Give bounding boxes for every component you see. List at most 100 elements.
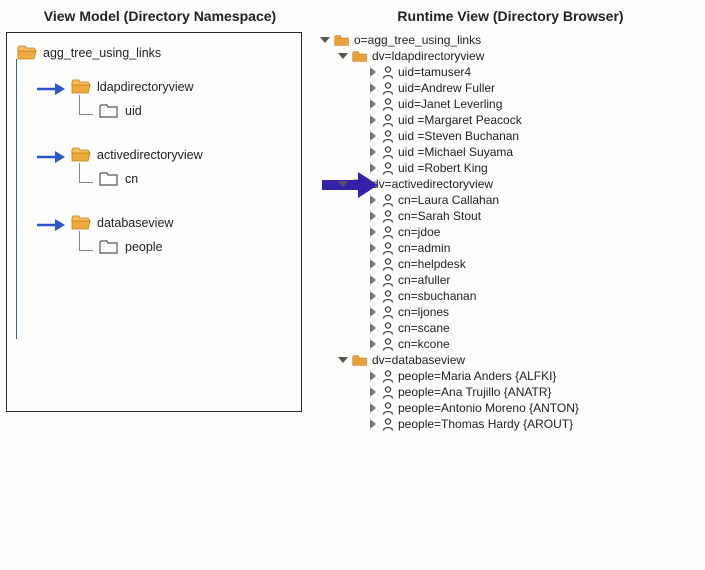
rv-group-2[interactable]: dv=databaseview [338, 352, 701, 368]
rv-entry-label: cn=afuller [398, 273, 450, 287]
rv-root[interactable]: o=agg_tree_using_links [320, 32, 701, 48]
person-icon [382, 98, 394, 111]
person-icon [382, 66, 394, 79]
folder-closed-icon [99, 239, 119, 255]
rv-entry[interactable]: cn=jdoe [368, 224, 701, 240]
person-icon [382, 114, 394, 127]
chevron-right-icon[interactable] [368, 259, 378, 269]
rv-entry[interactable]: cn=ljones [368, 304, 701, 320]
chevron-right-icon[interactable] [368, 243, 378, 253]
chevron-right-icon[interactable] [368, 339, 378, 349]
vm-child-1[interactable]: activedirectoryview cn [37, 147, 291, 187]
rv-entry[interactable]: cn=Sarah Stout [368, 208, 701, 224]
chevron-right-icon[interactable] [368, 387, 378, 397]
chevron-down-icon[interactable] [338, 51, 348, 61]
rv-entry[interactable]: people=Antonio Moreno {ANTON} [368, 400, 701, 416]
rv-entry[interactable]: uid=Janet Leverling [368, 96, 701, 112]
chevron-right-icon[interactable] [368, 147, 378, 157]
chevron-right-icon[interactable] [368, 99, 378, 109]
rv-entry-label: uid=tamuser4 [398, 65, 471, 79]
chevron-right-icon[interactable] [368, 227, 378, 237]
person-icon [382, 322, 394, 335]
rv-entry[interactable]: people=Maria Anders {ALFKI} [368, 368, 701, 384]
rv-entry[interactable]: uid =Steven Buchanan [368, 128, 701, 144]
rv-entry-label: cn=admin [398, 241, 450, 255]
chevron-right-icon[interactable] [368, 115, 378, 125]
chevron-right-icon[interactable] [368, 323, 378, 333]
rv-entry[interactable]: cn=Laura Callahan [368, 192, 701, 208]
rv-group-label: dv=databaseview [372, 353, 465, 367]
rv-entry[interactable]: cn=sbuchanan [368, 288, 701, 304]
folder-icon [352, 354, 368, 367]
rv-entry[interactable]: people=Thomas Hardy {AROUT} [368, 416, 701, 432]
rv-group-1[interactable]: dv=activedirectoryview [338, 176, 701, 192]
vm-sub-0[interactable]: uid [99, 103, 291, 119]
folder-open-icon [17, 45, 37, 61]
rv-entry[interactable]: uid =Margaret Peacock [368, 112, 701, 128]
rv-entry[interactable]: uid=tamuser4 [368, 64, 701, 80]
vm-sub-2[interactable]: people [99, 239, 291, 255]
folder-icon [334, 34, 350, 47]
vm-child-2[interactable]: databaseview people [37, 215, 291, 255]
folder-open-icon [71, 147, 91, 163]
rv-entry[interactable]: cn=admin [368, 240, 701, 256]
rv-entry-label: uid=Andrew Fuller [398, 81, 495, 95]
rv-entry-label: uid=Janet Leverling [398, 97, 502, 111]
chevron-right-icon[interactable] [368, 131, 378, 141]
rv-entry[interactable]: uid =Robert King [368, 160, 701, 176]
chevron-right-icon[interactable] [368, 275, 378, 285]
folder-icon [352, 50, 368, 63]
chevron-right-icon[interactable] [368, 83, 378, 93]
rv-entry[interactable]: uid =Michael Suyama [368, 144, 701, 160]
rv-entry-label: people=Antonio Moreno {ANTON} [398, 401, 579, 415]
person-icon [382, 162, 394, 175]
view-model-box: agg_tree_using_links ldapdirectoryview u… [6, 32, 302, 412]
person-icon [382, 402, 394, 415]
chevron-right-icon[interactable] [368, 419, 378, 429]
folder-closed-icon [99, 171, 119, 187]
person-icon [382, 194, 394, 207]
rv-entry[interactable]: cn=scane [368, 320, 701, 336]
chevron-right-icon[interactable] [368, 67, 378, 77]
vm-sub-1-label: cn [125, 172, 138, 186]
link-arrow-icon [37, 80, 67, 98]
view-model-title: View Model (Directory Namespace) [6, 8, 314, 24]
vm-child-0[interactable]: ldapdirectoryview uid [37, 79, 291, 119]
rv-entry[interactable]: people=Ana Trujillo {ANATR} [368, 384, 701, 400]
rv-entry-label: cn=kcone [398, 337, 450, 351]
rv-entry-label: uid =Michael Suyama [398, 145, 513, 159]
person-icon [382, 418, 394, 431]
chevron-right-icon[interactable] [368, 307, 378, 317]
vm-root[interactable]: agg_tree_using_links [17, 45, 291, 61]
chevron-right-icon[interactable] [368, 371, 378, 381]
person-icon [382, 146, 394, 159]
rv-entry[interactable]: cn=helpdesk [368, 256, 701, 272]
rv-entry[interactable]: uid=Andrew Fuller [368, 80, 701, 96]
rv-entry-label: cn=scane [398, 321, 450, 335]
rv-group-0[interactable]: dv=ldapdirectoryview [338, 48, 701, 64]
rv-entry[interactable]: cn=afuller [368, 272, 701, 288]
rv-entry-label: cn=ljones [398, 305, 449, 319]
chevron-down-icon[interactable] [320, 35, 330, 45]
rv-entry-label: uid =Steven Buchanan [398, 129, 519, 143]
person-icon [382, 82, 394, 95]
view-model-panel: View Model (Directory Namespace) agg_tre… [0, 0, 320, 570]
rv-group-label: dv=ldapdirectoryview [372, 49, 484, 63]
rv-entry-label: cn=Laura Callahan [398, 193, 499, 207]
rv-entry[interactable]: cn=kcone [368, 336, 701, 352]
person-icon [382, 226, 394, 239]
chevron-right-icon[interactable] [368, 195, 378, 205]
person-icon [382, 242, 394, 255]
chevron-down-icon[interactable] [338, 179, 348, 189]
chevron-down-icon[interactable] [338, 355, 348, 365]
person-icon [382, 338, 394, 351]
person-icon [382, 258, 394, 271]
chevron-right-icon[interactable] [368, 403, 378, 413]
runtime-view-title: Runtime View (Directory Browser) [320, 8, 701, 24]
vm-child-1-label: activedirectoryview [97, 148, 203, 162]
vm-sub-1[interactable]: cn [99, 171, 291, 187]
chevron-right-icon[interactable] [368, 211, 378, 221]
chevron-right-icon[interactable] [368, 163, 378, 173]
chevron-right-icon[interactable] [368, 291, 378, 301]
rv-root-label: o=agg_tree_using_links [354, 33, 481, 47]
